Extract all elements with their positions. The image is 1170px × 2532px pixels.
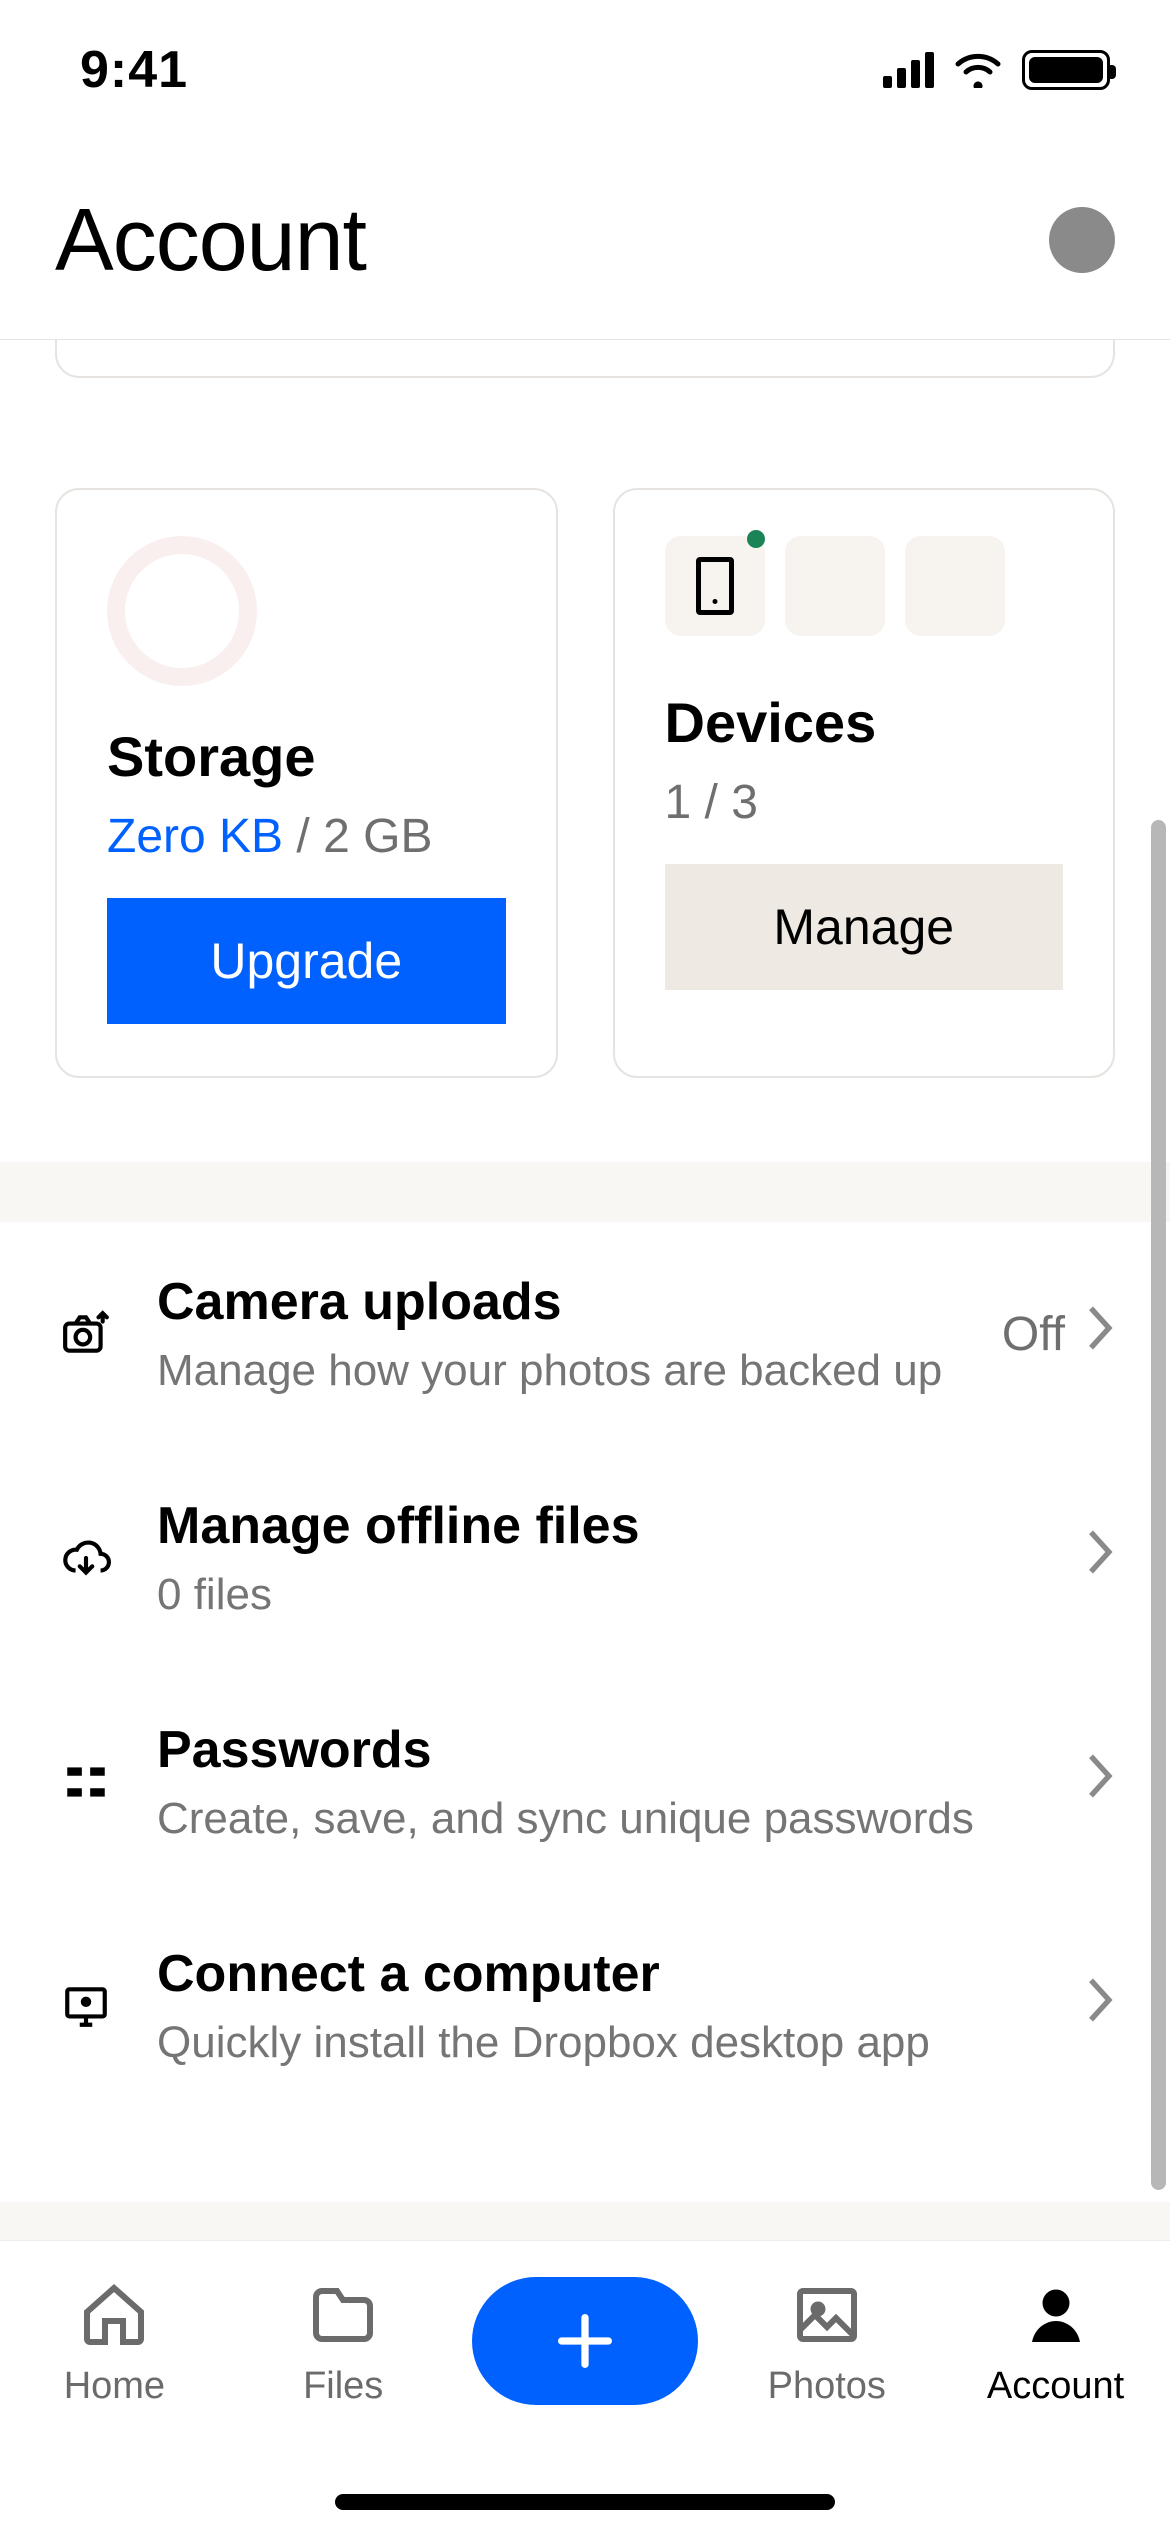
settings-list: Camera uploads Manage how your photos ar… <box>0 1222 1170 2118</box>
offline-files-title: Manage offline files <box>157 1496 1045 1556</box>
storage-card: Storage Zero KB / 2 GB Upgrade <box>55 488 558 1078</box>
storage-ring-icon <box>107 536 257 686</box>
devices-title: Devices <box>665 690 1064 755</box>
camera-uploads-title: Camera uploads <box>157 1272 962 1332</box>
device-slots <box>665 536 1064 636</box>
manage-devices-button[interactable]: Manage <box>665 864 1064 990</box>
passwords-row[interactable]: Passwords Create, save, and sync unique … <box>0 1670 1170 1894</box>
home-indicator[interactable] <box>335 2494 835 2510</box>
section-divider <box>0 1162 1170 1222</box>
cellular-icon <box>883 52 934 88</box>
camera-upload-icon <box>55 1309 117 1359</box>
tab-photos-label: Photos <box>768 2365 886 2408</box>
devices-card: Devices 1 / 3 Manage <box>613 488 1116 1078</box>
camera-uploads-sub: Manage how your photos are backed up <box>157 1346 962 1396</box>
battery-icon <box>1022 50 1110 90</box>
storage-total: 2 GB <box>323 810 432 863</box>
upgrade-button[interactable]: Upgrade <box>107 898 506 1024</box>
status-time: 9:41 <box>80 40 188 100</box>
devices-count: 1 / 3 <box>665 775 1064 830</box>
avatar[interactable] <box>1049 207 1115 273</box>
chevron-right-icon <box>1085 1751 1115 1813</box>
phone-icon <box>696 557 734 615</box>
storage-used: Zero KB <box>107 810 283 863</box>
camera-uploads-value: Off <box>1002 1307 1065 1362</box>
camera-uploads-row[interactable]: Camera uploads Manage how your photos ar… <box>0 1222 1170 1446</box>
chevron-right-icon <box>1085 1975 1115 2037</box>
passwords-sub: Create, save, and sync unique passwords <box>157 1794 1045 1844</box>
tab-home[interactable]: Home <box>14 2279 214 2408</box>
chevron-right-icon <box>1085 1527 1115 1589</box>
device-slot-phone <box>665 536 765 636</box>
previous-card-fragment <box>55 340 1115 378</box>
status-bar: 9:41 <box>0 0 1170 140</box>
chevron-right-icon <box>1085 1303 1115 1365</box>
status-indicators <box>883 50 1110 90</box>
section-divider <box>0 2202 1170 2240</box>
tab-home-label: Home <box>64 2365 165 2408</box>
tab-account-label: Account <box>987 2365 1124 2408</box>
tab-add-button[interactable] <box>472 2277 698 2405</box>
scroll-indicator[interactable] <box>1151 820 1166 2190</box>
tab-files-label: Files <box>303 2365 383 2408</box>
connect-computer-row[interactable]: Connect a computer Quickly install the D… <box>0 1894 1170 2118</box>
tab-account[interactable]: Account <box>956 2279 1156 2408</box>
device-slot-empty <box>785 536 885 636</box>
device-active-dot-icon <box>747 530 765 548</box>
cloud-download-icon <box>55 1533 117 1583</box>
storage-usage: Zero KB / 2 GB <box>107 809 506 864</box>
tab-files[interactable]: Files <box>243 2279 443 2408</box>
header: Account <box>0 140 1170 340</box>
passwords-icon <box>55 1757 117 1807</box>
connect-computer-title: Connect a computer <box>157 1944 1045 2004</box>
scroll-area[interactable]: Storage Zero KB / 2 GB Upgrade Devices 1… <box>0 340 1170 2240</box>
connect-computer-sub: Quickly install the Dropbox desktop app <box>157 2018 1045 2068</box>
wifi-icon <box>954 52 1002 88</box>
page-title: Account <box>55 189 366 291</box>
tab-photos[interactable]: Photos <box>727 2279 927 2408</box>
storage-title: Storage <box>107 724 506 789</box>
offline-files-sub: 0 files <box>157 1570 1045 1620</box>
offline-files-row[interactable]: Manage offline files 0 files <box>0 1446 1170 1670</box>
summary-cards: Storage Zero KB / 2 GB Upgrade Devices 1… <box>55 488 1115 1078</box>
device-slot-empty <box>905 536 1005 636</box>
tab-bar: Home Files Photos Account <box>0 2240 1170 2532</box>
desktop-icon <box>55 1981 117 2031</box>
passwords-title: Passwords <box>157 1720 1045 1780</box>
